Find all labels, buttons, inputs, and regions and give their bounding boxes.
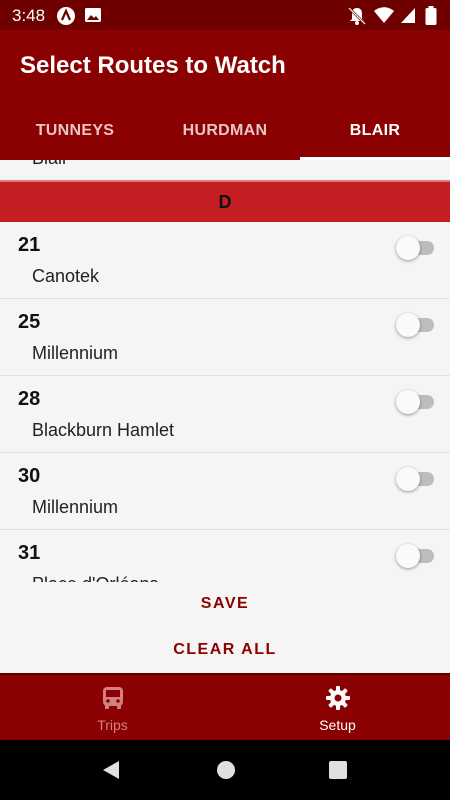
route-number: 25: [18, 311, 41, 333]
home-icon[interactable]: [216, 760, 236, 785]
section-header: D: [0, 180, 450, 222]
route-number: 31: [18, 542, 41, 564]
route-toggle[interactable]: [396, 390, 436, 414]
route-number: 28: [18, 388, 41, 410]
nav-item-trips[interactable]: Trips: [0, 675, 225, 742]
toggle-thumb: [396, 544, 420, 568]
back-icon[interactable]: [101, 760, 121, 785]
status-bar: 3:48: [0, 0, 450, 30]
notification-icon: [56, 6, 76, 31]
system-nav-bar: [0, 740, 450, 800]
tab-tunneys[interactable]: TUNNEYS: [0, 114, 150, 160]
list-item-clipped: Blair: [0, 160, 450, 168]
route-row-30[interactable]: 30 Millennium: [0, 453, 450, 530]
bottom-nav: Trips Setup: [0, 673, 450, 740]
nav-label-setup: Setup: [319, 717, 356, 733]
wifi-icon: [373, 6, 395, 29]
route-toggle[interactable]: [396, 313, 436, 337]
station-tabs: TUNNEYS HURDMAN BLAIR: [0, 114, 450, 160]
image-icon: [84, 6, 102, 29]
toggle-thumb: [396, 467, 420, 491]
route-number: 30: [18, 465, 41, 487]
tab-hurdman[interactable]: HURDMAN: [150, 114, 300, 160]
notifications-off-icon: [347, 6, 367, 31]
signal-icon: [400, 6, 416, 29]
action-panel: SAVE CLEAR ALL: [0, 582, 450, 673]
route-name: Millennium: [32, 343, 119, 363]
route-number: 21: [18, 234, 41, 256]
route-row-25[interactable]: 25 Millennium: [0, 299, 450, 376]
route-row-21[interactable]: 21 Canotek: [0, 222, 450, 299]
route-name: Blair: [32, 160, 68, 169]
toggle-thumb: [396, 313, 420, 337]
tab-blair[interactable]: BLAIR: [300, 114, 450, 160]
route-list[interactable]: Blair D 21 Canotek 25 Millennium 28 Blac…: [0, 160, 450, 582]
gear-icon: [325, 685, 351, 711]
route-row-28[interactable]: 28 Blackburn Hamlet: [0, 376, 450, 453]
nav-label-trips: Trips: [97, 717, 128, 733]
nav-item-setup[interactable]: Setup: [225, 675, 450, 742]
route-toggle[interactable]: [396, 467, 436, 491]
route-name: Place d'Orléans: [32, 574, 159, 582]
route-name: Canotek: [32, 266, 100, 286]
app-bar: Select Routes to Watch TUNNEYS HURDMAN B…: [0, 30, 450, 160]
route-toggle[interactable]: [396, 544, 436, 568]
status-time: 3:48: [12, 6, 46, 25]
battery-icon: [425, 6, 437, 31]
toggle-thumb: [396, 236, 420, 260]
route-name: Blackburn Hamlet: [32, 420, 175, 440]
recents-icon[interactable]: [328, 760, 348, 785]
route-name: Millennium: [32, 497, 119, 517]
route-toggle[interactable]: [396, 236, 436, 260]
clear-all-button[interactable]: CLEAR ALL: [0, 630, 450, 670]
toggle-thumb: [396, 390, 420, 414]
bus-icon: [100, 685, 126, 711]
save-button[interactable]: SAVE: [0, 584, 450, 624]
route-row-31[interactable]: 31 Place d'Orléans: [0, 530, 450, 582]
page-title: Select Routes to Watch: [20, 52, 286, 79]
